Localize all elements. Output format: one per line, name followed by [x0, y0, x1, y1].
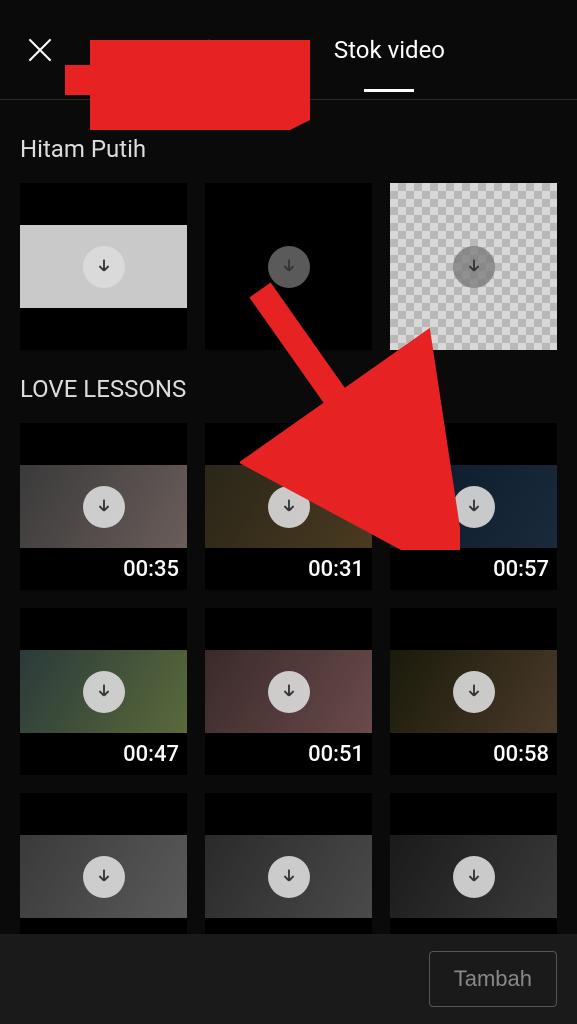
- tab-bar: Terbaru Stok video: [60, 36, 557, 64]
- download-icon: [268, 486, 310, 528]
- section-title-hitam-putih: Hitam Putih: [20, 135, 557, 163]
- download-icon: [453, 856, 495, 898]
- section-title-love-lessons: LOVE LESSONS: [20, 375, 557, 403]
- content-scroll[interactable]: Hitam Putih LOVE LESSONS 00:35: [0, 100, 577, 934]
- video-item[interactable]: [20, 793, 187, 934]
- download-icon: [453, 671, 495, 713]
- video-item[interactable]: 00:57: [390, 423, 557, 590]
- video-duration: 00:31: [308, 557, 364, 582]
- download-icon: [83, 246, 125, 288]
- video-duration: 00:51: [308, 742, 364, 767]
- video-duration: 00:58: [493, 742, 549, 767]
- close-button[interactable]: [20, 30, 60, 70]
- grid-love-lessons: 00:35 00:31 00:57 00:47 00:51 00:58: [20, 423, 557, 934]
- video-item[interactable]: 00:58: [390, 608, 557, 775]
- download-icon: [268, 246, 310, 288]
- video-item[interactable]: 00:51: [205, 608, 372, 775]
- download-icon: [453, 486, 495, 528]
- download-icon: [83, 486, 125, 528]
- video-item[interactable]: [205, 793, 372, 934]
- video-duration: 00:47: [123, 742, 179, 767]
- grid-hitam-putih: [20, 183, 557, 350]
- download-icon: [83, 671, 125, 713]
- header: Terbaru Stok video: [0, 0, 577, 100]
- footer-bar: Tambah: [0, 934, 577, 1024]
- download-icon: [83, 856, 125, 898]
- video-item[interactable]: [390, 793, 557, 934]
- blank-white-card[interactable]: [20, 183, 187, 350]
- video-duration: 00:57: [493, 557, 549, 582]
- video-item[interactable]: 00:31: [205, 423, 372, 590]
- download-icon: [268, 856, 310, 898]
- blank-black-card[interactable]: [205, 183, 372, 350]
- blank-transparent-card[interactable]: [390, 183, 557, 350]
- tab-stok-video[interactable]: Stok video: [334, 36, 445, 64]
- video-item[interactable]: 00:47: [20, 608, 187, 775]
- download-icon: [268, 671, 310, 713]
- video-item[interactable]: 00:35: [20, 423, 187, 590]
- video-duration: 00:35: [123, 557, 179, 582]
- add-button[interactable]: Tambah: [429, 951, 557, 1007]
- download-icon: [453, 246, 495, 288]
- tab-terbaru[interactable]: Terbaru: [172, 36, 254, 64]
